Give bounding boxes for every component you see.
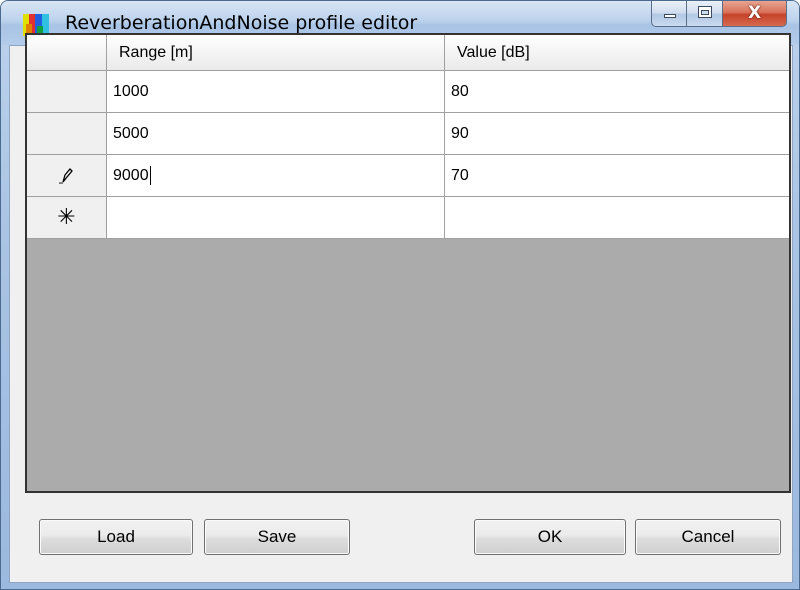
column-header-range[interactable]: Range [m]	[107, 35, 445, 71]
grid-header-row: Range [m] Value [dB]	[27, 35, 789, 71]
range-cell[interactable]: 5000	[107, 113, 445, 155]
value-cell[interactable]: 80	[445, 71, 789, 113]
row-header-cell[interactable]	[27, 71, 107, 113]
asterisk-icon: ✳	[57, 204, 76, 230]
save-button[interactable]: Save	[204, 519, 350, 555]
value-cell[interactable]: 90	[445, 113, 789, 155]
minimize-button[interactable]	[651, 1, 687, 27]
table-row: 5000 90	[27, 113, 789, 155]
cancel-button[interactable]: Cancel	[635, 519, 781, 555]
maximize-icon	[698, 6, 712, 18]
value-cell-new[interactable]	[445, 197, 789, 239]
maximize-button[interactable]	[687, 1, 723, 27]
minimize-icon	[664, 14, 676, 18]
pencil-icon	[58, 167, 73, 184]
close-icon: X	[747, 3, 762, 23]
top-left-header-cell[interactable]	[27, 35, 107, 71]
value-cell[interactable]: 70	[445, 155, 789, 197]
load-button[interactable]: Load	[39, 519, 193, 555]
row-header-cell[interactable]: ✳	[27, 197, 107, 239]
new-row: ✳	[27, 197, 789, 239]
row-header-cell[interactable]	[27, 155, 107, 197]
window-title: ReverberationAndNoise profile editor	[65, 12, 418, 34]
range-cell[interactable]: 1000	[107, 71, 445, 113]
table-row: 9000 70	[27, 155, 789, 197]
range-cell-text[interactable]: 9000	[113, 167, 149, 185]
column-header-value[interactable]: Value [dB]	[445, 35, 789, 71]
range-cell-new[interactable]	[107, 197, 445, 239]
profile-editor-window: ReverberationAndNoise profile editor X R…	[0, 0, 800, 590]
close-button[interactable]: X	[723, 1, 787, 27]
range-cell-editing[interactable]: 9000	[107, 155, 445, 197]
text-caret	[149, 166, 151, 185]
profile-grid[interactable]: Range [m] Value [dB] 1000 80 5000 90 900…	[25, 33, 791, 493]
ok-button[interactable]: OK	[474, 519, 626, 555]
caption-buttons: X	[651, 1, 787, 27]
row-header-cell[interactable]	[27, 113, 107, 155]
table-row: 1000 80	[27, 71, 789, 113]
